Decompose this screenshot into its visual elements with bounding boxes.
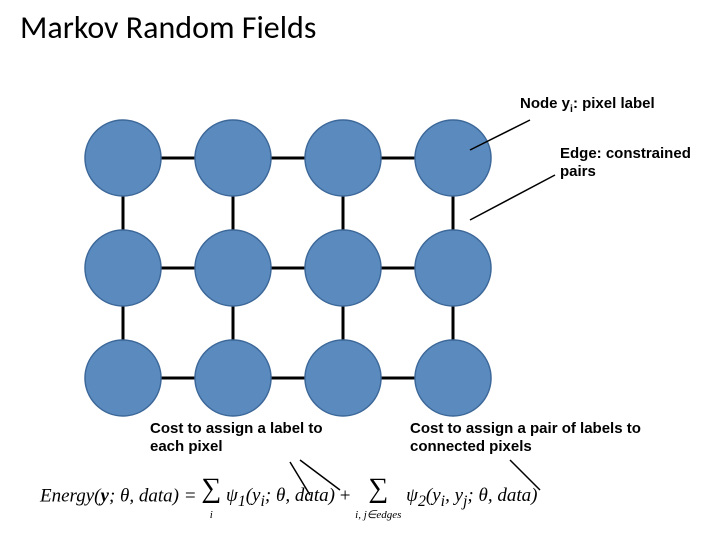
- grid-node: [415, 230, 491, 306]
- grid-node: [85, 340, 161, 416]
- grid-node: [85, 120, 161, 196]
- grid-node: [305, 230, 381, 306]
- grid-node: [195, 340, 271, 416]
- formula-plus: +: [340, 485, 355, 506]
- grid-node: [195, 120, 271, 196]
- sum2: ∑ i, j∈edges: [355, 470, 401, 524]
- unary-cost-label: Cost to assign a label to each pixel: [150, 420, 350, 456]
- slide-title: Markov Random Fields: [20, 8, 316, 47]
- formula-lhs: Energy(y; θ, data) =: [40, 485, 201, 506]
- energy-formula: Energy(y; θ, data) = ∑ i ψ1(yi; θ, data)…: [40, 470, 537, 524]
- grid-node: [195, 230, 271, 306]
- grid-node: [85, 230, 161, 306]
- grid-node: [305, 340, 381, 416]
- grid-node: [305, 120, 381, 196]
- node-label: Node yi: pixel label: [520, 95, 655, 116]
- formula-psi2: ψ2(yi, yj; θ, data): [406, 485, 537, 506]
- mrf-grid-diagram: [80, 115, 510, 405]
- edge-label: Edge: constrained pairs: [560, 145, 720, 181]
- grid-node: [415, 120, 491, 196]
- pairwise-cost-label: Cost to assign a pair of labels to conne…: [410, 420, 690, 456]
- slide: Markov Random Fields Node yi: pixel labe…: [0, 0, 720, 540]
- formula-psi1: ψ1(yi; θ, data): [226, 485, 335, 506]
- sum1: ∑ i: [201, 470, 221, 524]
- grid-node: [415, 340, 491, 416]
